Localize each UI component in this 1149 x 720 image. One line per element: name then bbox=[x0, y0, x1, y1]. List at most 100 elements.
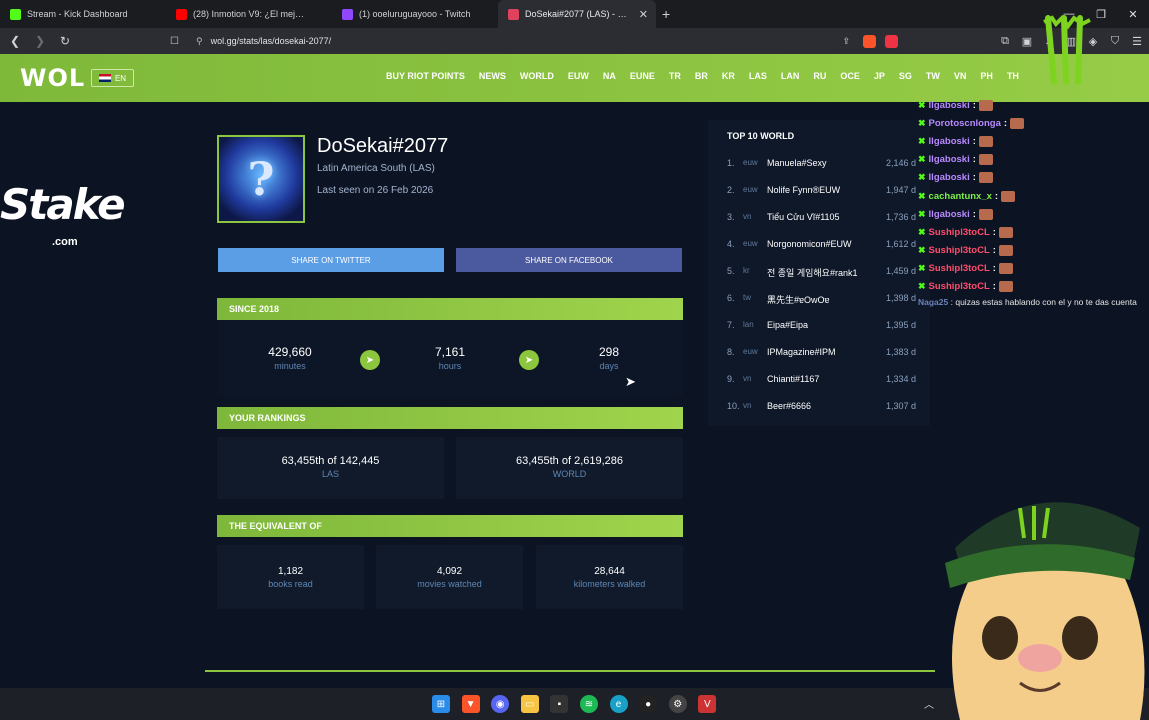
close-tab-icon[interactable]: ✕ bbox=[639, 8, 648, 21]
discord-icon[interactable]: ◉ bbox=[491, 695, 510, 713]
menu-icon[interactable]: ☰ bbox=[1127, 31, 1147, 51]
nav-item-news[interactable]: NEWS bbox=[479, 71, 506, 81]
browser-tabbar: Stream - Kick Dashboard (28) Inmotion V9… bbox=[0, 0, 1149, 28]
browser-toolbar: ❮ ❯ ↻ ☐ ⚲ wol.gg/stats/las/dosekai-2077/… bbox=[0, 28, 1149, 54]
minutes-value: 429,660 bbox=[268, 345, 312, 359]
settings-app-icon[interactable]: ⚙ bbox=[668, 695, 687, 713]
nav-item-world[interactable]: WORLD bbox=[520, 71, 554, 81]
share-facebook-button[interactable]: SHARE ON FACEBOOK bbox=[456, 248, 682, 272]
top10-row[interactable]: 4. euw Norgonomicon#EUW 1,612 d bbox=[708, 230, 930, 257]
top10-row[interactable]: 9. vn Chianti#1167 1,334 d bbox=[708, 365, 930, 392]
camera-app-icon[interactable]: ▪ bbox=[550, 695, 569, 713]
top10-row[interactable]: 6. tw 黑先生#ɐOwOɐ 1,398 d bbox=[708, 284, 930, 311]
top10-row[interactable]: 8. euw IPMagazine#IPM 1,383 d bbox=[708, 338, 930, 365]
extensions-icon[interactable]: ⧉ bbox=[995, 31, 1015, 51]
bookmark-icon[interactable]: ☐ bbox=[170, 36, 179, 47]
top10-player-name: Beer#6666 bbox=[767, 401, 812, 411]
youtube-icon bbox=[176, 8, 187, 20]
top10-row[interactable]: 1. euw Manuela#Sexy 2,146 d bbox=[708, 149, 930, 176]
top10-rank: 6. bbox=[727, 293, 735, 303]
top10-rank: 8. bbox=[727, 347, 735, 357]
emote-icon bbox=[998, 245, 1013, 257]
stat-movies: 4,092 movies watched bbox=[376, 566, 523, 589]
nav-item-vn[interactable]: VN bbox=[954, 71, 967, 81]
reload-icon[interactable]: ↻ bbox=[55, 31, 75, 51]
file-explorer-icon[interactable]: ▭ bbox=[520, 695, 539, 713]
brave-rewards-icon[interactable] bbox=[885, 34, 898, 48]
top10-row[interactable]: 3. vn Tiểu Cửu Vĩ#1105 1,736 d bbox=[708, 203, 930, 230]
language-label: EN bbox=[114, 73, 127, 83]
tab-label: (28) Inmotion V9: ¿El mejor monociclo... bbox=[193, 9, 322, 19]
top10-days: 1,395 d bbox=[885, 320, 916, 330]
new-tab-button[interactable]: + bbox=[662, 6, 670, 22]
top10-player-name: Nolife Fynn®EUW bbox=[767, 185, 841, 195]
rankings-section-title: YOUR RANKINGS bbox=[217, 407, 683, 429]
main-nav: BUY RIOT POINTS NEWS WORLD EUW NA EUNE TR BR KR L… bbox=[386, 71, 1019, 81]
tab-label: (1) ooeluruguayooo - Twitch bbox=[359, 9, 471, 19]
share-icon[interactable]: ⇪ bbox=[842, 36, 850, 47]
tab-twitch[interactable]: (1) ooeluruguayooo - Twitch bbox=[332, 0, 498, 28]
cat-mascot-overlay bbox=[945, 502, 1145, 720]
nav-item-jp[interactable]: JP bbox=[874, 71, 885, 81]
chat-username: Sushipl3toCL bbox=[928, 245, 990, 257]
url-text[interactable]: wol.gg/stats/las/dosekai-2077/ bbox=[211, 36, 332, 46]
windows-start-icon[interactable]: ⊞ bbox=[432, 695, 450, 713]
nav-item-tw[interactable]: TW bbox=[926, 71, 940, 81]
top10-region: vn bbox=[743, 212, 752, 221]
top10-days: 1,947 d bbox=[885, 185, 916, 195]
media-icon[interactable]: ▣ bbox=[1017, 31, 1037, 51]
brave-icon[interactable]: ▼ bbox=[461, 695, 480, 713]
share-twitter-button[interactable]: SHARE ON TWITTER bbox=[218, 248, 444, 272]
wol-logo[interactable]: WOL bbox=[20, 64, 85, 92]
kick-badge-icon: ✖ bbox=[918, 263, 926, 274]
obs-icon[interactable]: ● bbox=[639, 695, 658, 713]
chat-username: cachantunx_x bbox=[928, 190, 992, 202]
top10-row[interactable]: 10. vn Beer#6666 1,307 d bbox=[708, 392, 930, 419]
top10-row[interactable]: 7. lan Eipa#Eipa 1,395 d bbox=[708, 311, 930, 338]
spotify-icon[interactable]: ≋ bbox=[579, 695, 598, 713]
nav-item-ph[interactable]: PH bbox=[980, 71, 993, 81]
nav-item-sg[interactable]: SG bbox=[899, 71, 912, 81]
arrow-right-icon: ➤ bbox=[519, 350, 539, 370]
nav-item-br[interactable]: BR bbox=[695, 71, 708, 81]
uk-flag-icon bbox=[98, 74, 111, 82]
forward-icon[interactable]: ❯ bbox=[30, 31, 50, 51]
vpn-icon[interactable]: ⛉ bbox=[1105, 31, 1125, 51]
tab-wol-active[interactable]: DoSekai#2077 (LAS) - Stats - Le... ✕ bbox=[498, 0, 656, 28]
question-mark-icon: ? bbox=[247, 152, 275, 206]
edge-icon[interactable]: e bbox=[609, 695, 628, 713]
nav-item-kr[interactable]: KR bbox=[722, 71, 735, 81]
valorant-icon[interactable]: V bbox=[698, 695, 717, 713]
chat-message: ✖ Sushipl3toCL: bbox=[918, 278, 1149, 296]
site-info-icon[interactable]: ⚲ bbox=[196, 36, 203, 47]
nav-item-oce[interactable]: OCE bbox=[840, 71, 860, 81]
brave-shield-icon[interactable] bbox=[863, 34, 876, 48]
nav-item-las[interactable]: LAS bbox=[749, 71, 767, 81]
ranking-world-label: WORLD bbox=[552, 469, 587, 479]
top10-row[interactable]: 5. kr 전 종일 게임해요#rank1 1,459 d bbox=[708, 257, 930, 284]
tab-youtube[interactable]: (28) Inmotion V9: ¿El mejor monociclo... bbox=[166, 0, 332, 28]
nav-item-lan[interactable]: LAN bbox=[781, 71, 800, 81]
top10-row[interactable]: 2. euw Nolife Fynn®EUW 1,947 d bbox=[708, 176, 930, 203]
nav-item-euw[interactable]: EUW bbox=[568, 71, 589, 81]
language-selector[interactable]: EN bbox=[91, 69, 134, 87]
chat-message: ✖ Sushipl3toCL: bbox=[918, 260, 1149, 278]
nav-item-eune[interactable]: EUNE bbox=[630, 71, 655, 81]
address-bar[interactable]: ☐ ⚲ wol.gg/stats/las/dosekai-2077/ ⇪ bbox=[168, 31, 908, 51]
nav-item-buy-riot-points[interactable]: BUY RIOT POINTS bbox=[386, 71, 465, 81]
emote-icon bbox=[1001, 190, 1016, 202]
stake-ad[interactable]: Stake .com bbox=[0, 180, 126, 248]
back-icon[interactable]: ❮ bbox=[5, 31, 25, 51]
nav-item-ru[interactable]: RU bbox=[813, 71, 826, 81]
kick-badge-icon: ✖ bbox=[918, 190, 926, 201]
top10-player-name: Norgonomicon#EUW bbox=[767, 239, 852, 249]
nav-item-th[interactable]: TH bbox=[1007, 71, 1019, 81]
nav-item-na[interactable]: NA bbox=[603, 71, 616, 81]
screen: Stream - Kick Dashboard (28) Inmotion V9… bbox=[0, 0, 1149, 720]
kick-badge-icon: ✖ bbox=[918, 172, 926, 183]
tab-kick[interactable]: Stream - Kick Dashboard bbox=[0, 0, 166, 28]
chat-username: Sushipl3toCL bbox=[928, 281, 990, 293]
close-window-icon[interactable]: ✕ bbox=[1117, 0, 1149, 28]
nav-item-tr[interactable]: TR bbox=[669, 71, 681, 81]
minutes-label: minutes bbox=[274, 361, 306, 371]
